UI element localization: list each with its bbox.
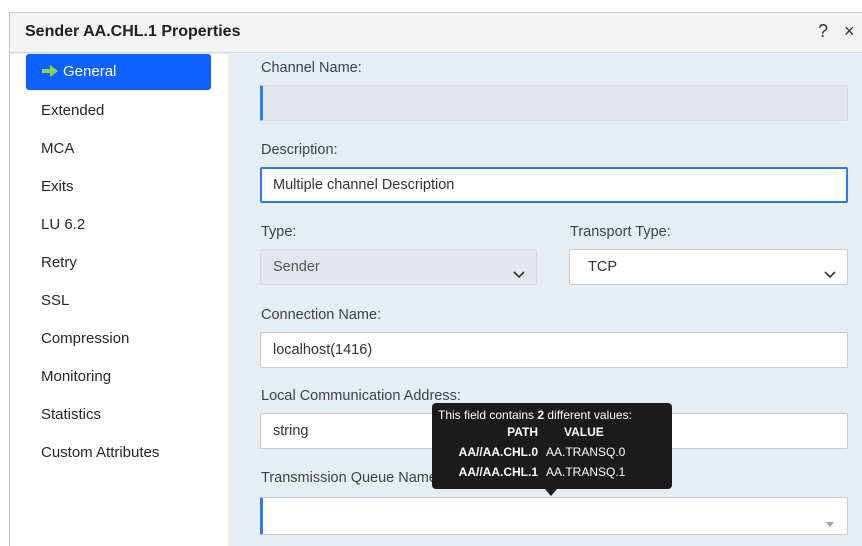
sidebar-item-custom-attributes[interactable]: Custom Attributes xyxy=(26,435,211,471)
tooltip-row-value: AA.TRANSQ.1 xyxy=(546,465,626,479)
sidebar-item-general[interactable]: General xyxy=(26,54,211,90)
sidebar-item-lu62[interactable]: LU 6.2 xyxy=(26,207,211,243)
type-label: Type: xyxy=(261,224,297,240)
tooltip-row: AA//AA.CHL.0 AA.TRANSQ.0 xyxy=(432,445,672,463)
sidebar-item-mca[interactable]: MCA xyxy=(26,131,211,167)
type-select-value: Sender xyxy=(273,259,320,275)
tooltip-row-value: AA.TRANSQ.0 xyxy=(546,445,626,459)
sidebar-item-monitoring[interactable]: Monitoring xyxy=(26,359,211,395)
connection-name-field[interactable]: localhost(1416) xyxy=(260,332,848,368)
tooltip-arrow xyxy=(545,489,557,496)
multi-value-tooltip: This field contains 2 different values: … xyxy=(432,403,672,496)
chevron-down-icon xyxy=(512,260,526,279)
chevron-down-icon xyxy=(823,260,837,279)
sidebar-item-extended[interactable]: Extended xyxy=(26,93,211,129)
channel-name-label: Channel Name: xyxy=(261,60,362,76)
close-button[interactable]: × xyxy=(844,21,855,42)
local-address-label: Local Communication Address: xyxy=(261,388,461,404)
sidebar-item-statistics[interactable]: Statistics xyxy=(26,397,211,433)
dialog-title: Sender AA.CHL.1 Properties xyxy=(25,23,241,40)
title-bar: Sender AA.CHL.1 Properties ? × xyxy=(10,13,862,53)
tooltip-row-path: AA//AA.CHL.1 xyxy=(458,465,538,479)
tooltip-row-path: AA//AA.CHL.0 xyxy=(458,445,538,459)
transport-type-select[interactable]: TCP xyxy=(569,249,848,285)
tooltip-header: This field contains 2 different values: xyxy=(438,408,632,422)
tooltip-row: AA//AA.CHL.1 AA.TRANSQ.1 xyxy=(432,465,672,483)
xmitq-select[interactable] xyxy=(260,497,848,535)
type-select[interactable]: Sender xyxy=(260,249,537,285)
sidebar-item-label: General xyxy=(63,63,117,80)
tooltip-column-headers: PATH VALUE xyxy=(432,425,672,443)
sidebar-item-retry[interactable]: Retry xyxy=(26,245,211,281)
sidebar: General Extended MCA Exits LU 6.2 Retry … xyxy=(10,54,228,546)
description-label: Description: xyxy=(261,142,338,158)
connection-name-label: Connection Name: xyxy=(261,307,382,323)
transport-type-label: Transport Type: xyxy=(570,224,671,240)
caret-down-icon xyxy=(823,510,837,527)
sidebar-item-exits[interactable]: Exits xyxy=(26,169,211,205)
channel-name-field[interactable] xyxy=(260,85,848,121)
sidebar-item-compression[interactable]: Compression xyxy=(26,321,211,357)
description-field[interactable]: Multiple channel Description xyxy=(260,167,848,203)
help-button[interactable]: ? xyxy=(818,21,828,42)
sidebar-item-ssl[interactable]: SSL xyxy=(26,283,211,319)
tooltip-value-header: VALUE xyxy=(564,425,604,439)
tooltip-path-header: PATH xyxy=(507,425,538,439)
arrow-right-icon xyxy=(41,56,59,77)
xmitq-label: Transmission Queue Name: xyxy=(261,470,441,486)
transport-type-value: TCP xyxy=(588,259,617,275)
